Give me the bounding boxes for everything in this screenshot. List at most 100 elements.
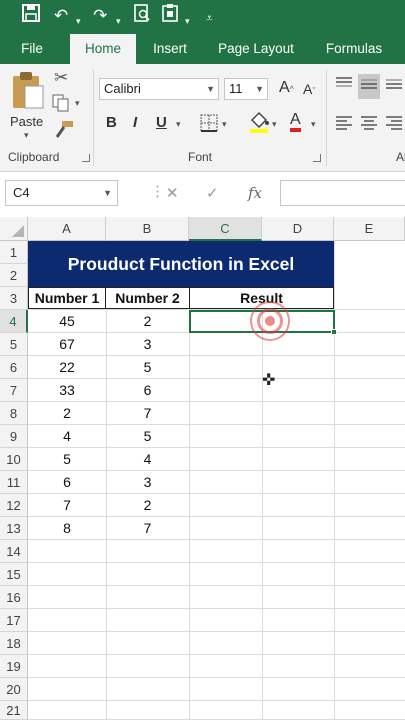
cell-a12[interactable]: 7: [28, 494, 106, 516]
align-left-icon[interactable]: [335, 116, 353, 135]
bold-button[interactable]: B: [106, 114, 117, 131]
cell-a9[interactable]: 4: [28, 425, 106, 447]
row-header-8[interactable]: 8: [0, 402, 28, 425]
row-header-4[interactable]: 4: [0, 310, 28, 333]
column-header-e[interactable]: E: [334, 217, 405, 241]
shrink-font-button[interactable]: Aˇ: [303, 81, 315, 97]
redo-icon[interactable]: ↷: [93, 4, 107, 28]
tab-page-layout[interactable]: Page Layout: [210, 34, 302, 64]
row-header-16[interactable]: 16: [0, 586, 28, 609]
chevron-down-icon: ▼: [206, 84, 215, 94]
font-color-dropdown-icon[interactable]: ▾: [311, 119, 316, 130]
row-header-20[interactable]: 20: [0, 678, 28, 701]
enter-icon[interactable]: ✓: [206, 184, 219, 202]
cell-b5[interactable]: 3: [106, 333, 189, 355]
row-header-5[interactable]: 5: [0, 333, 28, 356]
cell-b12[interactable]: 2: [106, 494, 189, 516]
clipboard-launcher-icon[interactable]: [82, 154, 90, 162]
align-top-icon[interactable]: [335, 76, 353, 95]
row-header-9[interactable]: 9: [0, 425, 28, 448]
save-icon[interactable]: [22, 4, 40, 29]
cell-a7[interactable]: 33: [28, 379, 106, 401]
print-preview-icon[interactable]: [134, 4, 150, 29]
align-middle-icon[interactable]: [358, 74, 380, 99]
undo-dropdown-icon[interactable]: ▾: [76, 9, 81, 33]
fill-handle[interactable]: [331, 329, 337, 335]
borders-dropdown-icon[interactable]: ▾: [222, 119, 227, 130]
row-header-10[interactable]: 10: [0, 448, 28, 471]
cell-b10[interactable]: 4: [106, 448, 189, 470]
column-header-a[interactable]: A: [28, 217, 106, 241]
sheet-title[interactable]: Prouduct Function in Excel: [28, 241, 334, 287]
align-center-icon[interactable]: [360, 116, 378, 135]
cell-a6[interactable]: 22: [28, 356, 106, 378]
clipboard-dropdown-icon[interactable]: ▾: [185, 9, 190, 33]
redo-dropdown-icon[interactable]: ▾: [116, 9, 121, 33]
italic-button[interactable]: I: [133, 114, 137, 131]
name-box[interactable]: C4 ▼: [5, 180, 118, 206]
cell-b6[interactable]: 5: [106, 356, 189, 378]
formula-input[interactable]: [280, 180, 405, 206]
fill-color-icon[interactable]: [248, 110, 270, 139]
copy-icon[interactable]: [52, 94, 72, 117]
cell-b9[interactable]: 5: [106, 425, 189, 447]
clipboard-icon[interactable]: [162, 4, 178, 29]
cell-a11[interactable]: 6: [28, 471, 106, 493]
align-right-icon[interactable]: [385, 116, 403, 135]
row-header-21[interactable]: 21: [0, 701, 28, 720]
font-launcher-icon[interactable]: [313, 154, 321, 162]
header-number-1[interactable]: Number 1: [28, 287, 106, 309]
header-number-2[interactable]: Number 2: [105, 287, 190, 309]
format-painter-icon[interactable]: [54, 120, 74, 143]
cancel-icon[interactable]: ✕: [166, 184, 179, 202]
grow-font-button[interactable]: A^: [279, 79, 294, 97]
cell-a5[interactable]: 67: [28, 333, 106, 355]
cell-a4[interactable]: 45: [28, 310, 106, 332]
insert-function-button[interactable]: fx: [248, 184, 262, 202]
undo-icon[interactable]: ↶: [54, 4, 68, 28]
row-header-1[interactable]: 1: [0, 241, 28, 264]
row-header-11[interactable]: 11: [0, 471, 28, 494]
row-header-13[interactable]: 13: [0, 517, 28, 540]
tab-home[interactable]: Home: [70, 34, 136, 64]
row-header-2[interactable]: 2: [0, 264, 28, 287]
paste-dropdown-icon[interactable]: ▾: [24, 130, 29, 141]
row-header-6[interactable]: 6: [0, 356, 28, 379]
cell-b13[interactable]: 7: [106, 517, 189, 539]
row-header-14[interactable]: 14: [0, 540, 28, 563]
copy-dropdown-icon[interactable]: ▾: [75, 98, 80, 109]
paste-button[interactable]: Paste ▾: [8, 70, 48, 140]
font-size-select[interactable]: 11 ▼: [224, 78, 268, 100]
cell-b7[interactable]: 6: [106, 379, 189, 401]
row-header-12[interactable]: 12: [0, 494, 28, 517]
customize-icon[interactable]: ⩡: [206, 6, 213, 30]
cell-b8[interactable]: 7: [106, 402, 189, 424]
tab-formulas[interactable]: Formulas: [316, 34, 392, 64]
tab-insert[interactable]: Insert: [142, 34, 198, 64]
font-color-button[interactable]: A: [290, 112, 301, 132]
cell-b11[interactable]: 3: [106, 471, 189, 493]
cut-icon[interactable]: ✂: [54, 68, 68, 88]
font-name-select[interactable]: Calibri ▼: [99, 78, 219, 100]
cell-b4[interactable]: 2: [106, 310, 189, 332]
row-header-7[interactable]: 7: [0, 379, 28, 402]
tab-file[interactable]: File: [8, 34, 56, 64]
row-header-3[interactable]: 3: [0, 287, 28, 310]
underline-button[interactable]: U: [156, 114, 167, 131]
cell-a8[interactable]: 2: [28, 402, 106, 424]
row-header-15[interactable]: 15: [0, 563, 28, 586]
row-header-19[interactable]: 19: [0, 655, 28, 678]
row-header-18[interactable]: 18: [0, 632, 28, 655]
row-header-17[interactable]: 17: [0, 609, 28, 632]
select-all-button[interactable]: [0, 217, 28, 241]
align-bottom-icon[interactable]: [385, 76, 403, 95]
ribbon-tabs: File Home Insert Page Layout Formulas: [0, 34, 405, 64]
borders-icon[interactable]: [200, 114, 218, 137]
underline-dropdown-icon[interactable]: ▾: [176, 119, 181, 130]
column-header-c[interactable]: C: [189, 217, 262, 241]
fill-color-dropdown-icon[interactable]: ▾: [272, 119, 277, 130]
column-header-b[interactable]: B: [106, 217, 189, 241]
cell-a10[interactable]: 5: [28, 448, 106, 470]
cell-a13[interactable]: 8: [28, 517, 106, 539]
column-header-d[interactable]: D: [262, 217, 334, 241]
